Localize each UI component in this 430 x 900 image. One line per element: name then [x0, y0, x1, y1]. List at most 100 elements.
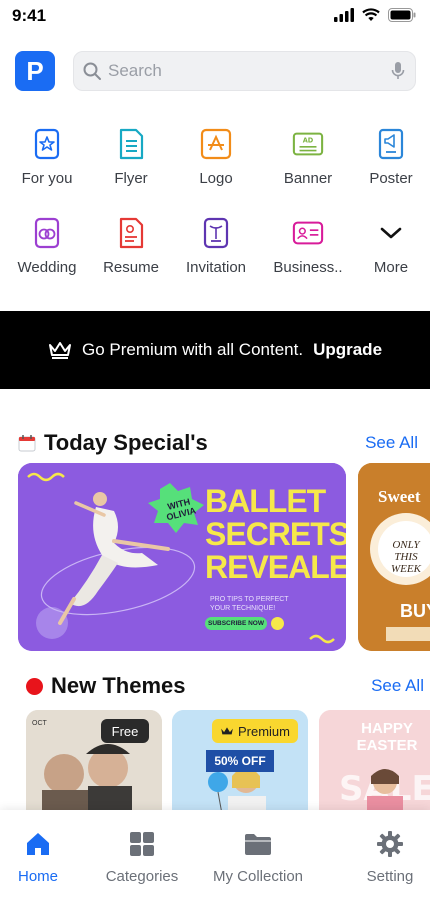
microphone-icon[interactable]: [391, 61, 405, 81]
tab-home[interactable]: Home: [0, 830, 93, 885]
section-title: Today Special's: [44, 430, 208, 455]
theme-card[interactable]: OCT Free: [26, 710, 162, 810]
business-card-icon: [292, 217, 324, 249]
today-special-header: Today Special's See All: [18, 428, 418, 458]
app-logo[interactable]: P: [15, 51, 55, 91]
subscribe-button[interactable]: SUBSCRIBE NOW: [205, 617, 267, 630]
special-headline: BALLET SECRETS REVEALED: [205, 485, 346, 584]
upgrade-link[interactable]: Upgrade: [313, 340, 382, 360]
wedding-rings-icon: [31, 217, 63, 249]
tab-label: Categories: [105, 868, 179, 885]
signal-icon: [334, 8, 354, 22]
calendar-icon: [18, 435, 36, 452]
today-special-carousel[interactable]: WITH OLIVIA BALLET SECRETS REVEALED PRO …: [18, 463, 430, 651]
theme-card[interactable]: Premium 50% OFF: [172, 710, 308, 810]
category-more[interactable]: More: [348, 213, 430, 276]
category-label: Logo: [199, 170, 233, 187]
flyer-icon: [115, 128, 147, 160]
category-resume[interactable]: Resume: [88, 213, 174, 276]
crown-icon: [48, 342, 71, 359]
battery-icon: [388, 8, 416, 22]
theme-caption-line: EASTER: [356, 737, 418, 754]
new-themes-header: New Themes See All: [26, 671, 424, 701]
category-logo[interactable]: Logo: [173, 124, 259, 187]
category-label: More: [373, 259, 409, 276]
resume-icon: [115, 217, 147, 249]
star-badge-icon: [31, 128, 63, 160]
premium-tag: Premium: [212, 719, 298, 743]
banner-ad-icon: AD: [292, 128, 324, 160]
category-row: For you Flyer Logo AD Banner Poster: [0, 124, 430, 213]
special-subtext: PRO TIPS TO PERFECT YOUR TECHNIQUE!: [210, 595, 289, 613]
theme-caption: HAPPY EASTER: [319, 720, 430, 754]
theme-card[interactable]: SALE HAPPY EASTER: [319, 710, 430, 810]
red-dot-icon: [26, 677, 43, 695]
category-business[interactable]: Business..: [265, 213, 351, 276]
categories-grid-icon: [87, 830, 197, 858]
subtext-line: PRO TIPS TO PERFECT: [210, 596, 289, 603]
app-logo-letter: P: [26, 55, 44, 86]
tab-label: Setting: [366, 868, 414, 885]
status-bar: 9:41: [0, 0, 430, 32]
new-themes-carousel[interactable]: OCT Free Premium 50% OFF SALE HAPPY: [26, 710, 430, 810]
tab-my-collection[interactable]: My Collection: [203, 830, 313, 885]
category-label: Poster: [369, 170, 413, 187]
category-label: Business..: [273, 259, 343, 276]
theme-caption-line: HAPPY: [361, 720, 413, 737]
invitation-icon: [200, 217, 232, 249]
headline-line: BALLET: [205, 483, 326, 519]
special-card-ballet[interactable]: WITH OLIVIA BALLET SECRETS REVEALED PRO …: [18, 463, 346, 651]
category-poster[interactable]: Poster: [348, 124, 430, 187]
sweet-badge-line: ONLY: [392, 539, 420, 551]
chevron-down-icon: [375, 217, 407, 249]
category-label: Banner: [283, 170, 333, 187]
category-for-you[interactable]: For you: [4, 124, 90, 187]
bottom-tab-bar: Home Categories My Collection Setting: [0, 810, 430, 900]
category-label: Resume: [103, 259, 159, 276]
crown-icon: [221, 726, 233, 734]
category-flyer[interactable]: Flyer: [88, 124, 174, 187]
wifi-icon: [362, 8, 380, 21]
category-label: Invitation: [185, 259, 247, 276]
category-label: For you: [21, 170, 73, 187]
bell-icon: [271, 617, 284, 630]
tab-setting[interactable]: Setting: [335, 830, 430, 885]
special-card-sweet[interactable]: Sweet ONLY THIS WEEK BUY: [358, 463, 430, 651]
folder-icon: [203, 830, 313, 858]
subscribe-label: SUBSCRIBE NOW: [208, 620, 264, 627]
poster-megaphone-icon: [375, 128, 407, 160]
free-tag: Free: [101, 719, 149, 743]
home-icon: [0, 830, 93, 858]
category-banner[interactable]: AD Banner: [265, 124, 351, 187]
sweet-badge-line: WEEK: [391, 563, 421, 575]
gear-icon: [335, 830, 430, 858]
search-input[interactable]: [108, 52, 378, 90]
sweet-badge-line: THIS: [394, 551, 418, 563]
svg-text:AD: AD: [303, 137, 314, 145]
tab-categories[interactable]: Categories: [87, 830, 197, 885]
tab-label: Home: [17, 868, 58, 885]
category-invitation[interactable]: Invitation: [173, 213, 259, 276]
search-bar[interactable]: [73, 51, 416, 91]
headline-line: REVEALED: [205, 549, 346, 585]
theme-corner-text: OCT: [32, 720, 47, 727]
logo-design-icon: [200, 128, 232, 160]
category-label: Wedding: [17, 259, 77, 276]
sweet-title: Sweet: [378, 487, 421, 506]
category-row: Wedding Resume Invitation Business.. Mor…: [0, 213, 430, 302]
status-icons: [334, 8, 416, 22]
category-wedding[interactable]: Wedding: [4, 213, 90, 276]
section-title: New Themes: [51, 673, 186, 698]
sweet-cta: BUY: [400, 601, 430, 621]
headline-line: SECRETS: [205, 516, 346, 552]
see-all-link[interactable]: See All: [371, 676, 424, 696]
see-all-link[interactable]: See All: [365, 433, 418, 453]
subtext-line: YOUR TECHNIQUE!: [210, 605, 276, 612]
status-time: 9:41: [12, 6, 47, 25]
tab-label: My Collection: [212, 868, 304, 885]
sweet-badge: ONLY THIS WEEK: [380, 539, 430, 575]
premium-banner[interactable]: Go Premium with all Content. Upgrade: [0, 311, 430, 389]
tag-label: Premium: [237, 723, 290, 739]
tag-label: Free: [111, 723, 139, 739]
search-icon: [83, 62, 101, 80]
